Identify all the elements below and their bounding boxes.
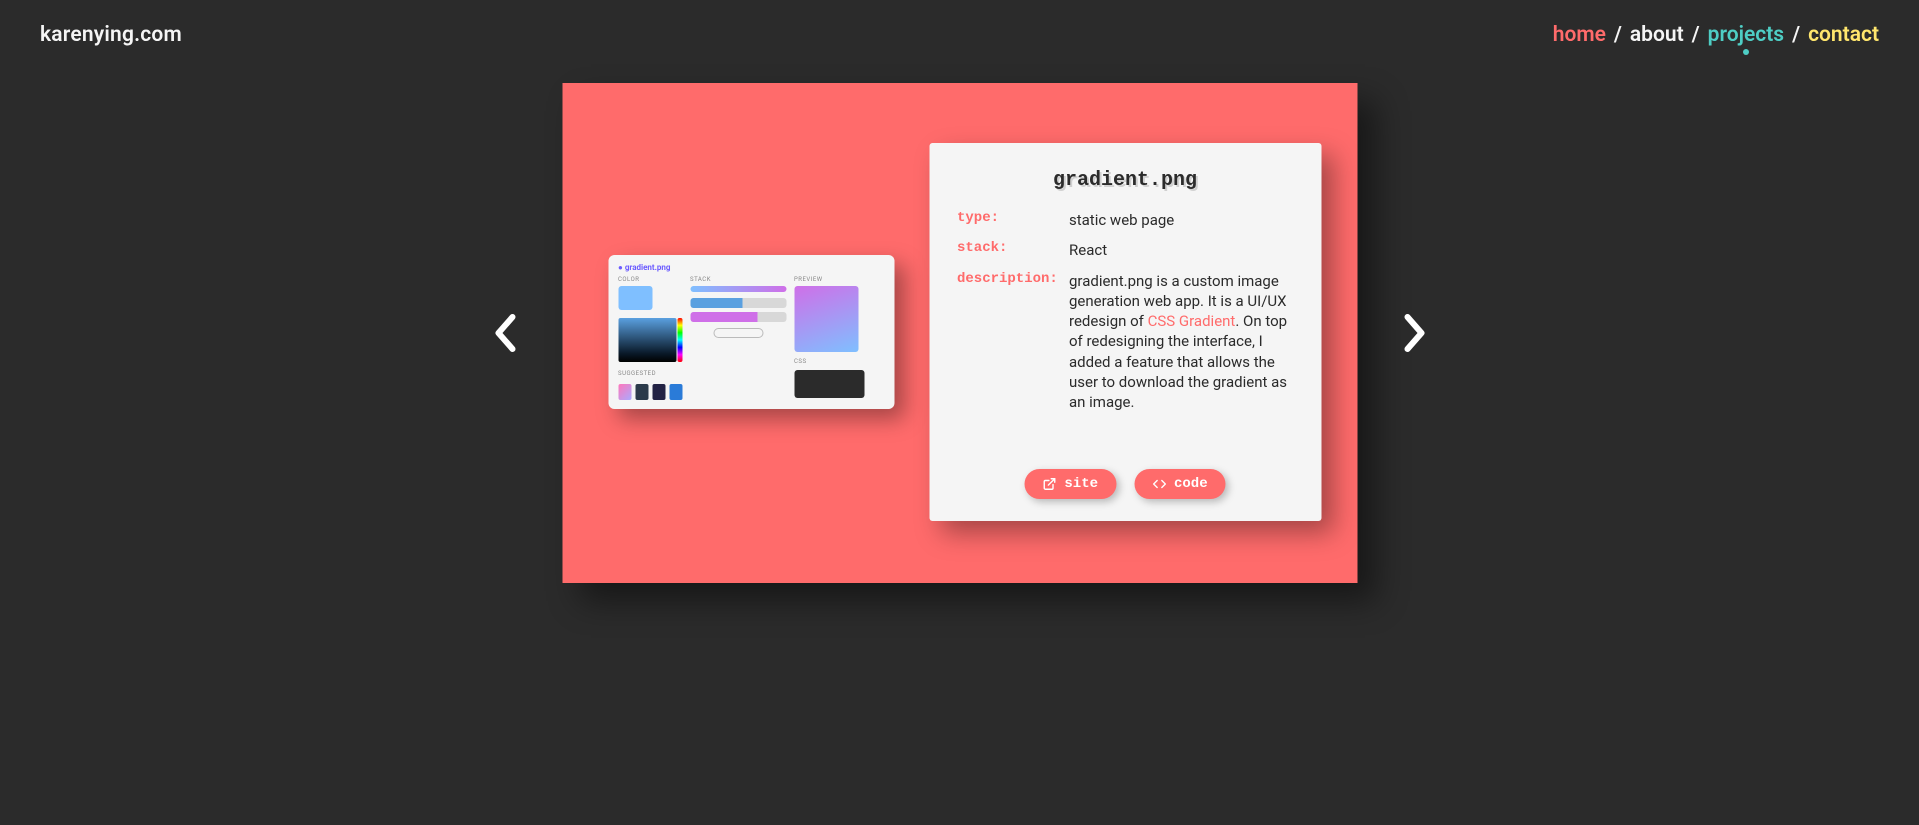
type-value: static web page — [1069, 210, 1174, 230]
thumb-preview-box — [794, 286, 858, 352]
nav-separator: / — [1792, 23, 1800, 47]
site-logo[interactable]: karenying.com — [40, 23, 182, 47]
thumb-stack-label: STACK — [690, 276, 786, 283]
carousel-next-button[interactable] — [1401, 313, 1427, 353]
stack-label: stack: — [957, 240, 1069, 260]
description-value: gradient.png is a custom image generatio… — [1069, 271, 1293, 413]
code-button[interactable]: code — [1134, 469, 1226, 499]
site-button[interactable]: site — [1024, 469, 1116, 499]
thumb-swatch — [618, 286, 652, 310]
header: karenying.com home / about / projects / … — [0, 0, 1919, 70]
project-title: gradient.png — [957, 169, 1293, 192]
nav-projects[interactable]: projects — [1708, 23, 1784, 47]
project-card: ● gradient.png COLOR SUGGESTED STACK — [562, 83, 1357, 583]
nav-separator: / — [1692, 23, 1700, 47]
nav-contact[interactable]: contact — [1808, 23, 1879, 47]
thumb-css-box — [794, 370, 864, 398]
code-icon — [1152, 477, 1166, 491]
chevron-left-icon — [492, 313, 518, 353]
project-info-card: gradient.png type: static web page stack… — [929, 143, 1321, 521]
thumb-color-label: COLOR — [618, 276, 682, 283]
type-label: type: — [957, 210, 1069, 230]
external-link-icon — [1042, 477, 1056, 491]
thumb-title: ● gradient.png — [618, 263, 884, 272]
thumb-color-picker — [618, 318, 676, 362]
thumb-preview-label: PREVIEW — [794, 276, 872, 283]
nav-about[interactable]: about — [1630, 23, 1684, 47]
nav-separator: / — [1614, 23, 1622, 47]
primary-nav: home / about / projects / contact — [1553, 23, 1879, 47]
css-gradient-link[interactable]: CSS Gradient — [1148, 312, 1236, 330]
stack-value: React — [1069, 240, 1107, 260]
site-button-label: site — [1064, 476, 1098, 492]
thumb-css-label: CSS — [794, 358, 872, 365]
project-screenshot: ● gradient.png COLOR SUGGESTED STACK — [608, 255, 894, 409]
description-label: description: — [957, 271, 1069, 413]
thumb-suggested-swatches — [618, 384, 682, 400]
nav-home[interactable]: home — [1553, 23, 1606, 47]
chevron-right-icon — [1401, 313, 1427, 353]
code-button-label: code — [1174, 476, 1208, 492]
carousel-prev-button[interactable] — [492, 313, 518, 353]
thumb-suggested-label: SUGGESTED — [618, 370, 682, 377]
